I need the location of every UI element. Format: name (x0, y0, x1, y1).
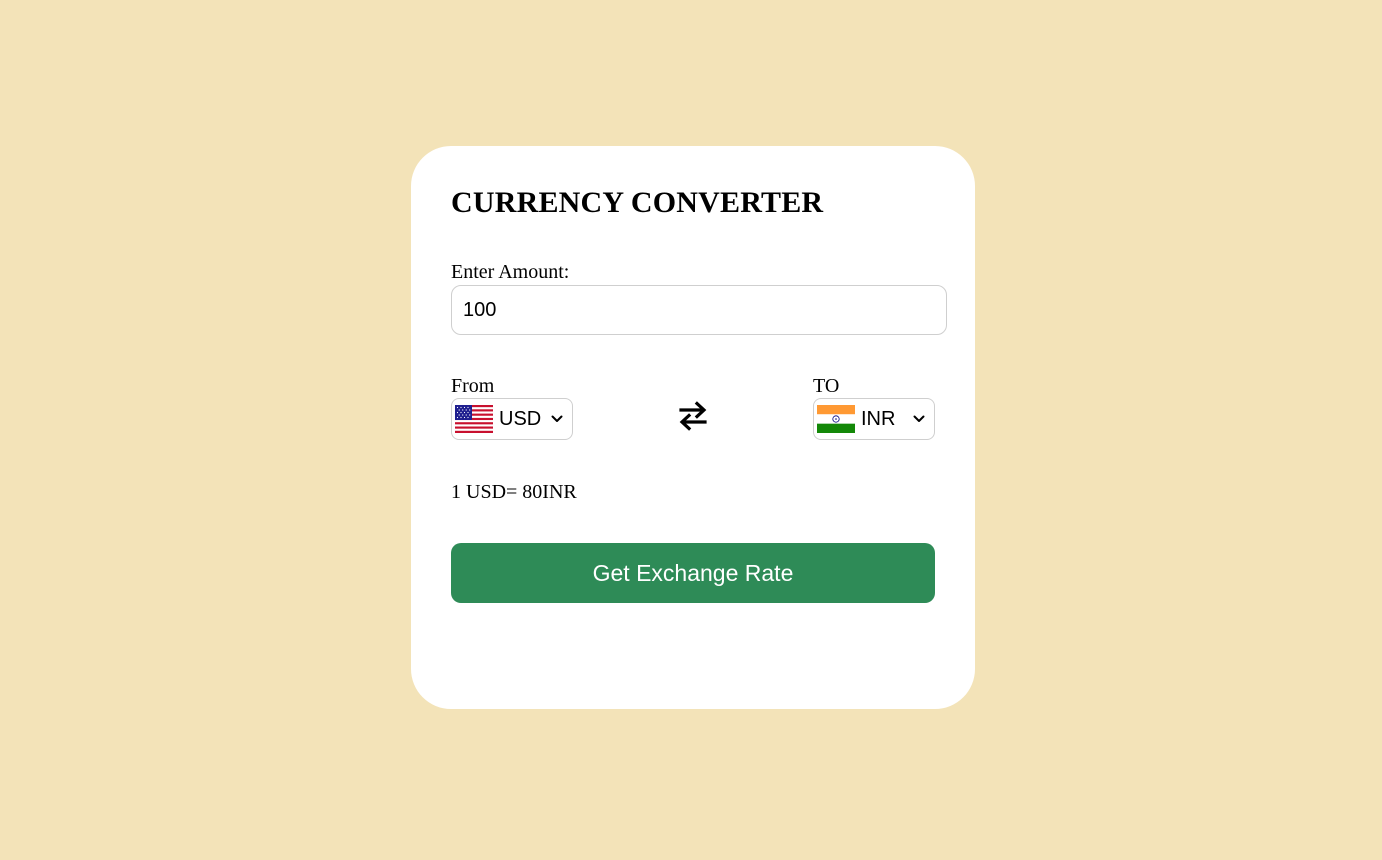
amount-input[interactable] (451, 285, 947, 335)
swap-arrows-icon[interactable] (678, 399, 708, 433)
us-flag-icon (455, 405, 493, 433)
page-title: CURRENCY CONVERTER (451, 186, 824, 219)
to-currency-group: TO INR (813, 374, 935, 440)
from-label: From (451, 375, 495, 397)
from-currency-group: From USD (451, 374, 573, 440)
to-currency-code: INR (861, 407, 896, 430)
india-flag-icon (817, 405, 855, 433)
from-currency-code: USD (499, 407, 542, 430)
converter-card: CURRENCY CONVERTER Enter Amount: From (411, 146, 975, 709)
amount-label: Enter Amount: (451, 261, 570, 283)
get-exchange-rate-button[interactable]: Get Exchange Rate (451, 543, 935, 603)
to-label: TO (813, 375, 840, 397)
chevron-down-icon (913, 415, 925, 422)
exchange-rate-text: 1 USD= 80INR (451, 481, 577, 503)
from-currency-select[interactable]: USD (451, 398, 573, 440)
to-currency-select[interactable]: INR (813, 398, 935, 440)
chevron-down-icon (551, 415, 563, 422)
